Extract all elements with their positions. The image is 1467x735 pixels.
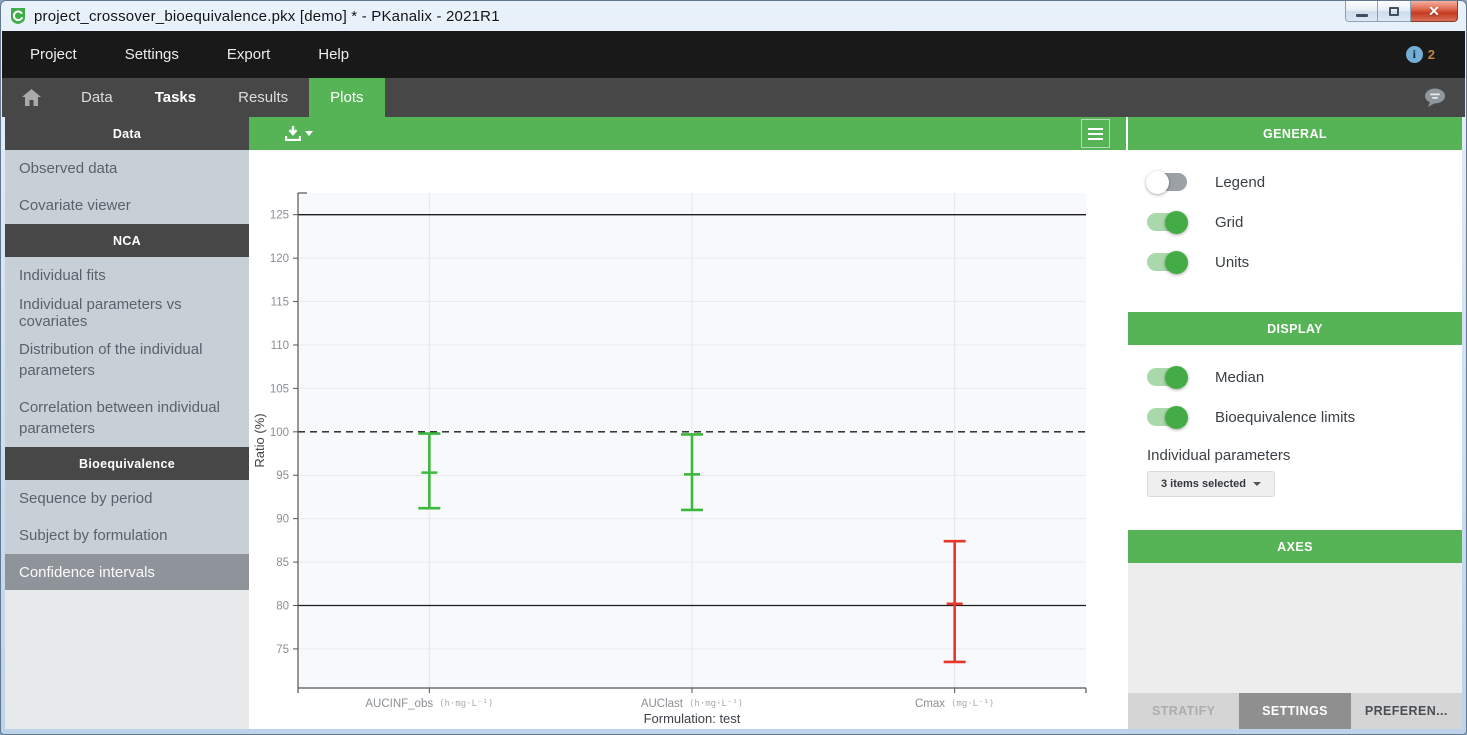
legend-toggle-row: Legend [1128,162,1462,202]
maximize-icon [1389,7,1399,16]
sidebar-item-covariate-viewer[interactable]: Covariate viewer [5,187,249,224]
preferences-tab-button[interactable]: PREFEREN... [1351,693,1462,729]
units-toggle-row: Units [1128,242,1462,282]
home-button[interactable] [2,78,60,117]
svg-text:Cmax(mg·L⁻¹): Cmax(mg·L⁻¹) [915,698,994,710]
sidebar-item-subject-by-formulation[interactable]: Subject by formulation [5,517,249,554]
plot-canvas: 75 80 85 90 95 100 105 110 115 120 125 AUCINF_obs(h… [249,150,1126,729]
svg-text:95: 95 [276,470,289,482]
panel-footer: STRATIFY SETTINGS PREFEREN... [1128,693,1462,729]
svg-text:Formulation: test: Formulation: test [644,711,741,726]
close-button[interactable]: ✕ [1411,1,1458,22]
chevron-down-icon [1253,482,1261,486]
svg-text:85: 85 [276,557,289,569]
tab-data[interactable]: Data [60,78,134,117]
minimize-button[interactable] [1345,1,1378,22]
grid-toggle-row: Grid [1128,202,1462,242]
plot-menu-button[interactable] [1081,119,1110,148]
grid-toggle[interactable] [1147,213,1187,231]
svg-text:75: 75 [276,644,289,656]
hamburger-icon [1088,128,1103,130]
plot-toolbar [249,117,1126,150]
median-toggle-row: Median [1128,357,1462,397]
axes-section-body [1128,563,1462,693]
svg-text:125: 125 [270,210,289,222]
tab-results[interactable]: Results [217,78,309,117]
chat-icon[interactable] [1423,88,1447,107]
svg-text:80: 80 [276,601,289,613]
individual-parameters-label: Individual parameters [1128,437,1462,471]
download-caret-icon [305,131,313,136]
display-section-header: DISPLAY [1128,312,1462,345]
general-section-header: GENERAL [1128,117,1462,150]
sidebar-section-bioequivalence: Bioequivalence [5,447,249,480]
window-title: project_crossover_bioequivalence.pkx [de… [34,8,500,25]
plots-sidebar: Data Observed data Covariate viewer NCA … [5,117,249,729]
home-icon [22,89,41,106]
median-toggle[interactable] [1147,368,1187,386]
menu-settings[interactable]: Settings [125,46,179,63]
tab-bar: Data Tasks Results Plots [2,78,1465,117]
settings-panel: GENERAL Legend Grid Units DISPLAY [1126,117,1462,729]
app-window: project_crossover_bioequivalence.pkx [de… [0,0,1467,735]
confidence-intervals-chart: 75 80 85 90 95 100 105 110 115 120 125 AUCINF_obs(h… [249,150,1126,727]
svg-text:90: 90 [276,514,289,526]
minimize-icon [1356,14,1368,17]
title-bar: project_crossover_bioequivalence.pkx [de… [1,1,1466,31]
tab-tasks[interactable]: Tasks [134,78,217,117]
menu-export[interactable]: Export [227,46,270,63]
units-toggle-label: Units [1215,254,1249,271]
svg-text:120: 120 [270,253,289,265]
content-area: Data Observed data Covariate viewer NCA … [5,117,1462,729]
menu-help[interactable]: Help [318,46,349,63]
median-toggle-label: Median [1215,369,1264,386]
bioequivalence-limits-toggle-label: Bioequivalence limits [1215,409,1355,426]
display-section: Median Bioequivalence limits Individual … [1128,345,1462,530]
svg-text:115: 115 [271,297,289,309]
sidebar-item-observed-data[interactable]: Observed data [5,150,249,187]
menu-bar: Project Settings Export Help i 2 [2,31,1465,78]
close-icon: ✕ [1428,4,1440,18]
sidebar-item-individual-fits[interactable]: Individual fits [5,257,249,294]
settings-tab-button[interactable]: SETTINGS [1239,693,1350,729]
sidebar-item-correlation-individual-parameters[interactable]: Correlation between individual parameter… [5,389,249,447]
tab-plots[interactable]: Plots [309,78,384,117]
units-toggle[interactable] [1147,253,1187,271]
plot-region: 75 80 85 90 95 100 105 110 115 120 125 AUCINF_obs(h… [249,117,1126,729]
bioequivalence-limits-toggle-row: Bioequivalence limits [1128,397,1462,437]
legend-toggle[interactable] [1147,173,1187,191]
app-icon [9,7,27,25]
sidebar-filler [5,590,249,729]
axes-section-header: AXES [1128,530,1462,563]
sidebar-item-sequence-by-period[interactable]: Sequence by period [5,480,249,517]
legend-toggle-label: Legend [1215,174,1265,191]
maximize-button[interactable] [1378,1,1411,22]
general-section: Legend Grid Units [1128,150,1462,312]
svg-text:AUClast(h·mg·L⁻¹): AUClast(h·mg·L⁻¹) [641,698,743,710]
sidebar-section-data: Data [5,117,249,150]
svg-text:100: 100 [270,427,289,439]
svg-text:AUCINF_obs(h·mg·L⁻¹): AUCINF_obs(h·mg·L⁻¹) [365,698,493,710]
sidebar-section-nca: NCA [5,224,249,257]
svg-text:Ratio (%): Ratio (%) [252,413,267,467]
stratify-tab-button[interactable]: STRATIFY [1128,693,1239,729]
bioequivalence-limits-toggle[interactable] [1147,408,1187,426]
window-controls: ✕ [1345,1,1458,22]
download-button[interactable] [285,126,313,141]
sidebar-item-individual-parameters-vs-covariates[interactable]: Individual parameters vs covariates [5,294,249,331]
sidebar-item-confidence-intervals[interactable]: Confidence intervals [5,554,249,590]
svg-text:105: 105 [270,383,289,395]
individual-parameters-dropdown[interactable]: 3 items selected [1147,471,1275,497]
svg-text:110: 110 [271,340,289,352]
grid-toggle-label: Grid [1215,214,1243,231]
notification-count: 2 [1428,47,1435,62]
sidebar-item-distribution-individual-parameters[interactable]: Distribution of the individual parameter… [5,331,249,389]
download-icon [285,126,301,141]
info-icon[interactable]: i [1406,46,1423,63]
menu-project[interactable]: Project [30,46,77,63]
